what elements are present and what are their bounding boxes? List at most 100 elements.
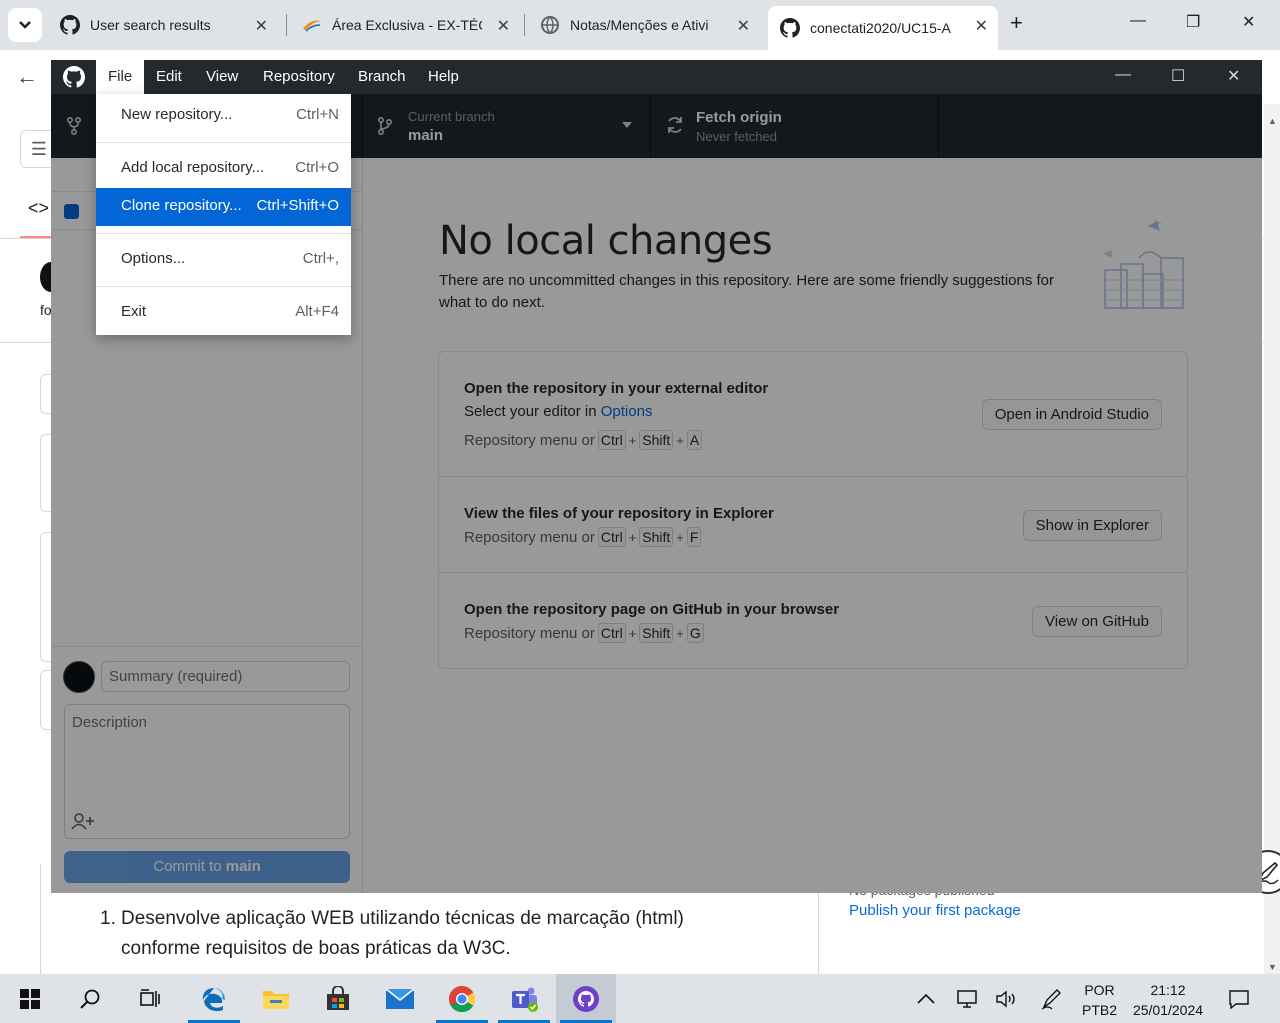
clock-date: 25/01/2024 [1132, 1002, 1204, 1018]
menu-item-label: Exit [121, 303, 147, 320]
chrome-taskbar-button[interactable] [432, 974, 492, 1023]
file-explorer-taskbar-button[interactable] [246, 974, 306, 1023]
browser-tab-user-search[interactable]: User search results ✕ [48, 8, 278, 42]
clock-time: 21:12 [1150, 982, 1186, 998]
pen-workspace-button[interactable] [1040, 974, 1064, 1023]
windows-taskbar: POR PTB2 21:12 25/01/2024 [0, 974, 1280, 1023]
publish-package-link[interactable]: Publish your first package [849, 902, 1021, 919]
browser-tabstrip: User search results ✕ Área Exclusiva - E… [0, 0, 1280, 50]
clock[interactable]: 21:12 25/01/2024 [1128, 980, 1208, 1020]
github-icon [60, 15, 80, 35]
browser-tab-conectati[interactable]: conectati2020/UC15-A ✕ [768, 6, 998, 50]
menu-item-shortcut: Ctrl+N [296, 106, 339, 123]
search-button[interactable] [60, 974, 120, 1023]
orange-swoosh-icon [303, 20, 321, 32]
teams-taskbar-button[interactable] [494, 974, 554, 1023]
readme-list-item: 1. Desenvolve aplicação WEB utilizando t… [100, 904, 740, 964]
list-text: Desenvolve aplicação WEB utilizando técn… [121, 908, 684, 959]
mail-icon [385, 987, 415, 1009]
browser-tab-area-exclusiva[interactable]: Área Exclusiva - EX-TÉC ✕ [290, 8, 520, 42]
scroll-up-icon[interactable]: ▲ [1268, 116, 1277, 126]
close-window-icon[interactable]: ✕ [1242, 12, 1255, 32]
divider [40, 864, 41, 974]
menu-item-label: Add local repository... [121, 159, 265, 176]
back-arrow-icon[interactable]: ← [16, 64, 38, 90]
maximize-icon[interactable]: ☐ [1171, 66, 1185, 86]
github-icon [780, 18, 800, 38]
mail-taskbar-button[interactable] [370, 974, 430, 1023]
tab-separator [286, 14, 287, 36]
menu-help[interactable]: Help [416, 60, 471, 94]
menu-item-shortcut: Alt+F4 [295, 303, 339, 320]
store-taskbar-button[interactable] [308, 974, 368, 1023]
network-button[interactable] [955, 974, 979, 1023]
start-button[interactable] [0, 974, 60, 1023]
chevron-down-icon [19, 21, 31, 29]
menu-repository[interactable]: Repository [251, 60, 347, 94]
tab-title: Área Exclusiva - EX-TÉC [332, 17, 482, 33]
list-number: 1. [100, 908, 116, 929]
scroll-down-icon[interactable]: ▼ [1268, 962, 1277, 972]
menu-item-shortcut: Ctrl+Shift+O [256, 197, 339, 214]
keyboard-layout: PTB2 [1082, 1002, 1118, 1018]
edge-icon [202, 987, 225, 1011]
pen-icon [1041, 988, 1061, 1010]
menu-item-label: Options... [121, 250, 186, 267]
menu-branch[interactable]: Branch [346, 60, 418, 94]
menu-view[interactable]: View [194, 60, 250, 94]
menu-separator [96, 233, 351, 234]
github-desktop-icon [573, 985, 599, 1012]
volume-button[interactable] [995, 974, 1019, 1023]
menu-item-add-local-repository[interactable]: Add local repository... Ctrl+O [96, 150, 351, 188]
notification-icon [1229, 989, 1249, 1009]
tab-search-button[interactable] [8, 8, 42, 42]
action-center-button[interactable] [1228, 974, 1250, 1023]
chevron-up-icon [917, 993, 935, 1004]
network-icon [957, 989, 977, 1008]
menu-item-label: New repository... [121, 106, 233, 123]
github-desktop-window: File Edit View Repository Branch Help — … [51, 60, 1262, 893]
close-tab-icon[interactable]: ✕ [497, 16, 510, 36]
task-view-button[interactable] [120, 974, 180, 1023]
code-tab-icon[interactable]: <> [28, 198, 49, 219]
close-tab-icon[interactable]: ✕ [737, 16, 750, 36]
minimize-icon[interactable]: — [1115, 66, 1131, 84]
edge-taskbar-button[interactable] [184, 974, 244, 1023]
volume-icon [996, 990, 1015, 1007]
language-code: POR [1084, 982, 1115, 998]
folder-icon [263, 990, 289, 1009]
menu-item-options[interactable]: Options... Ctrl+, [96, 241, 351, 279]
page-scrollbar[interactable]: ▲ ▼ [1264, 104, 1280, 974]
file-menu-dropdown: New repository... Ctrl+N Add local repos… [96, 94, 351, 335]
github-desktop-taskbar-button[interactable] [556, 974, 616, 1023]
tab-separator [524, 14, 525, 36]
tab-title: User search results [90, 17, 211, 33]
menu-item-exit[interactable]: Exit Alt+F4 [96, 294, 351, 332]
menu-separator [96, 142, 351, 143]
new-tab-button[interactable]: + [1010, 10, 1023, 36]
menu-separator [96, 286, 351, 287]
menu-item-clone-repository[interactable]: Clone repository... Ctrl+Shift+O [96, 188, 351, 226]
restore-icon[interactable]: ❐ [1186, 12, 1200, 32]
minimize-icon[interactable]: — [1130, 12, 1146, 30]
tab-title: Notas/Menções e Ativi [570, 17, 709, 33]
teams-icon [512, 987, 538, 1012]
menu-edit[interactable]: Edit [144, 60, 194, 94]
show-hidden-icons-button[interactable] [917, 974, 935, 1023]
close-window-icon[interactable]: ✕ [1227, 66, 1240, 86]
language-indicator[interactable]: POR PTB2 [1082, 980, 1117, 1020]
close-tab-icon[interactable]: ✕ [255, 16, 268, 36]
menu-item-label: Clone repository... [121, 197, 242, 214]
chrome-icon [448, 985, 476, 1012]
github-logo-icon [63, 66, 85, 88]
desktop-titlebar: File Edit View Repository Branch Help — … [51, 60, 1262, 94]
task-view-icon [140, 988, 160, 1007]
globe-icon [541, 16, 559, 34]
menu-file[interactable]: File [96, 60, 145, 94]
tab-title: conectati2020/UC15-A [810, 20, 951, 36]
browser-tab-notas[interactable]: Notas/Menções e Ativi ✕ [528, 8, 760, 42]
windows-logo-icon [20, 988, 40, 1009]
partial-text: fo [40, 302, 52, 318]
close-tab-icon[interactable]: ✕ [975, 16, 988, 36]
menu-item-new-repository[interactable]: New repository... Ctrl+N [96, 97, 351, 135]
